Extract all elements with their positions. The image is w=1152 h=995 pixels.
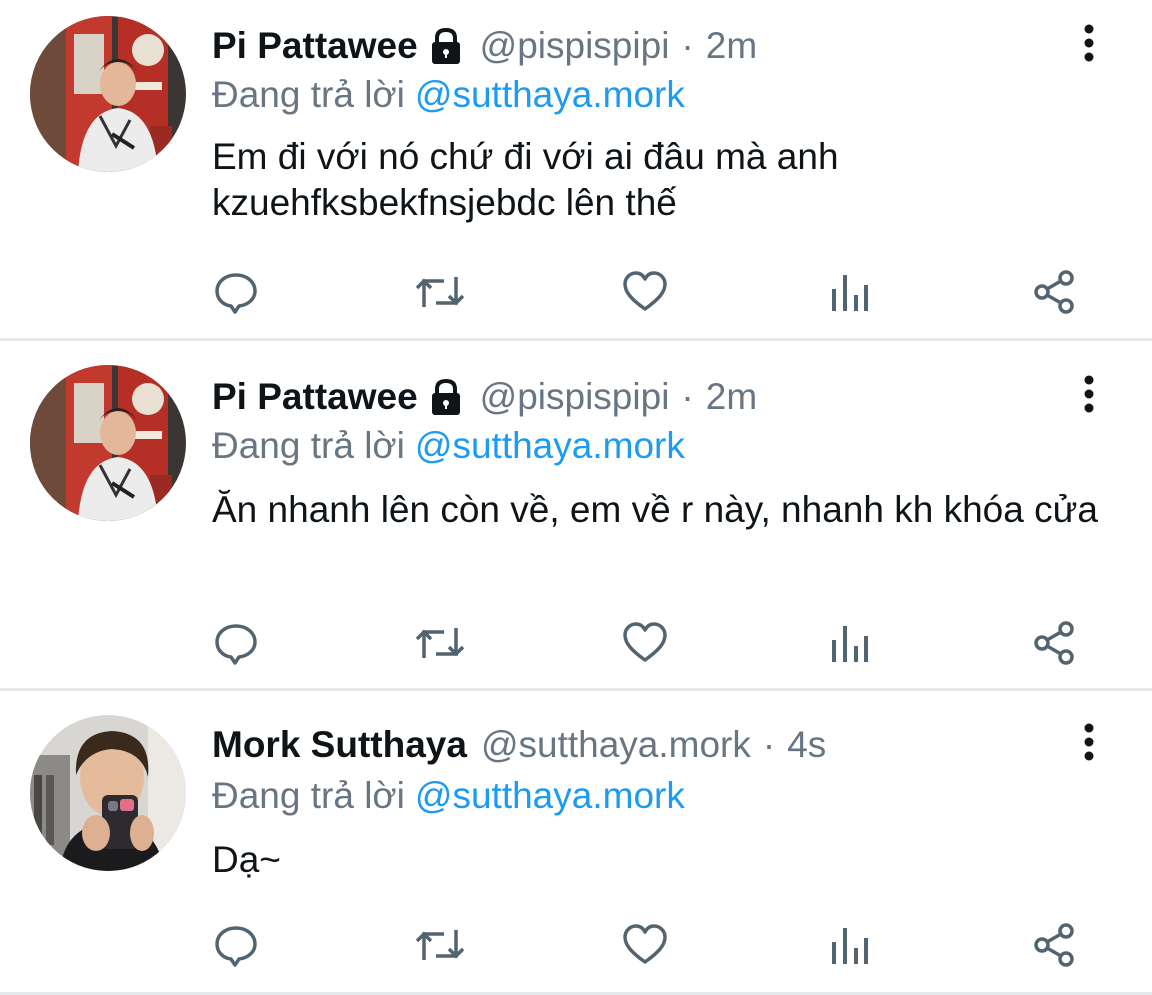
timestamp[interactable]: 2m: [706, 22, 757, 70]
separator: ·: [762, 724, 776, 765]
tweet-text: Em đi với nó chứ đi với ai đâu mà anh kz…: [212, 136, 839, 223]
share-icon[interactable]: [1024, 613, 1084, 673]
avatar[interactable]: [30, 16, 186, 172]
reply-prefix: Đang trả lời: [212, 775, 405, 816]
like-icon[interactable]: [615, 613, 675, 673]
replying-to: Đang trả lời @sutthaya.mork: [212, 421, 685, 471]
avatar-photo: [30, 715, 186, 871]
lock-icon: [426, 377, 466, 417]
more-options-icon[interactable]: [1072, 22, 1106, 66]
separator: ·: [681, 376, 694, 417]
reply-prefix: Đang trả lời: [212, 425, 405, 466]
replying-to: Đang trả lời @sutthaya.mork: [212, 771, 685, 821]
stats-icon[interactable]: [820, 915, 880, 975]
timestamp[interactable]: 4s: [787, 721, 826, 769]
stats-icon[interactable]: [820, 262, 880, 322]
share-icon[interactable]: [1024, 262, 1084, 322]
separator: ·: [681, 25, 694, 66]
retweet-icon[interactable]: [410, 915, 470, 975]
more-options-icon[interactable]: [1072, 373, 1106, 417]
handle[interactable]: @pispispipi: [480, 22, 670, 70]
display-name[interactable]: Mork Sutthaya: [212, 721, 467, 769]
tweet-text: Ăn nhanh lên còn về, em về r này, nhanh …: [212, 489, 1098, 530]
handle[interactable]: @pispispipi: [480, 373, 670, 421]
share-icon[interactable]: [1024, 915, 1084, 975]
display-name[interactable]: Pi Pattawee: [212, 373, 418, 421]
replying-to: Đang trả lời @sutthaya.mork: [212, 70, 685, 120]
display-name[interactable]: Pi Pattawee: [212, 22, 418, 70]
reply-icon[interactable]: [206, 915, 266, 975]
avatar-photo: [30, 365, 186, 521]
more-options-icon[interactable]: [1072, 721, 1106, 765]
tweet[interactable]: Mork Sutthaya @sutthaya.mork · 4s Đang t…: [0, 691, 1152, 995]
retweet-icon[interactable]: [410, 613, 470, 673]
stats-icon[interactable]: [820, 613, 880, 673]
handle[interactable]: @sutthaya.mork: [481, 721, 751, 769]
action-bar: [0, 915, 1152, 975]
action-bar: [0, 613, 1152, 673]
reply-mention-link[interactable]: @sutthaya.mork: [415, 775, 685, 816]
avatar[interactable]: [30, 715, 186, 871]
like-icon[interactable]: [615, 915, 675, 975]
retweet-icon[interactable]: [410, 262, 470, 322]
avatar-photo: [30, 16, 186, 172]
action-bar: [0, 262, 1152, 322]
reply-mention-link[interactable]: @sutthaya.mork: [415, 74, 685, 115]
lock-icon: [426, 26, 466, 66]
reply-icon[interactable]: [206, 613, 266, 673]
reply-prefix: Đang trả lời: [212, 74, 405, 115]
reply-icon[interactable]: [206, 262, 266, 322]
avatar[interactable]: [30, 365, 186, 521]
tweet-text: Dạ~: [212, 839, 281, 880]
tweet[interactable]: Pi Pattawee @pispispipi · 2m Đang trả lờ…: [0, 341, 1152, 691]
reply-mention-link[interactable]: @sutthaya.mork: [415, 425, 685, 466]
tweet[interactable]: Pi Pattawee @pispispipi · 2m Đang trả lờ…: [0, 0, 1152, 341]
timestamp[interactable]: 2m: [706, 373, 757, 421]
like-icon[interactable]: [615, 262, 675, 322]
